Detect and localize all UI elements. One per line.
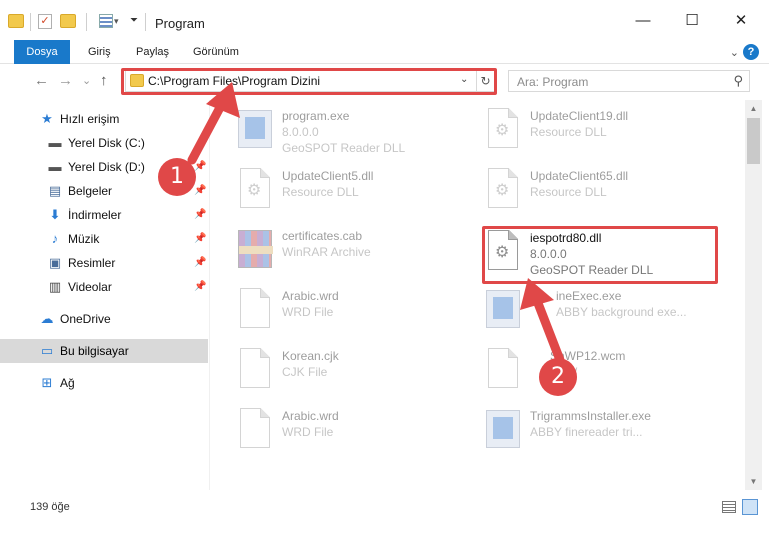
- annotation-arrows: [187, 82, 565, 365]
- step-badge-1: 1: [158, 158, 196, 196]
- step-badge-2: 2: [539, 358, 577, 396]
- annotation-arrow-2: [531, 293, 565, 365]
- annotation-arrowhead-1: [206, 82, 240, 118]
